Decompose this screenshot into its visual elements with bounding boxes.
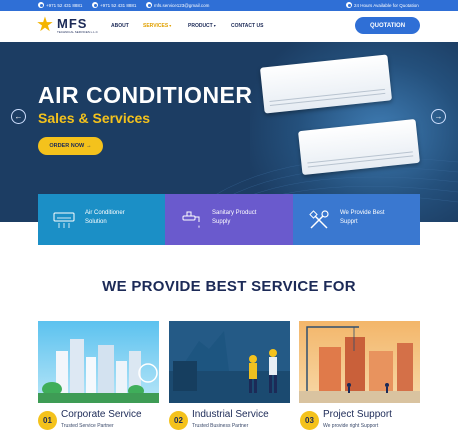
quotation-button[interactable]: QUOTATION (355, 17, 420, 34)
availability-text: 24 Hours Available for Quotation (354, 2, 419, 8)
chevron-down-icon: ▾ (213, 23, 216, 28)
service-card-line1: Air Conditioner (85, 210, 125, 216)
phone-contact-2[interactable]: +971 52 431 8881 (92, 2, 136, 8)
email-icon (146, 2, 152, 8)
service-card-text: Air Conditioner Solution (85, 209, 125, 227)
feature-subtitle: We provide right Support (323, 423, 379, 429)
arrow-left-icon: ← (14, 112, 23, 121)
top-contact-bar: +971 52 431 8881 +971 52 431 8881 mfs.se… (0, 0, 458, 11)
whatsapp-icon (92, 2, 98, 8)
construction-site-image (299, 326, 420, 403)
slider-next-button[interactable]: → (431, 109, 446, 124)
service-card-line1: Sanitary Product (212, 210, 257, 216)
order-now-button[interactable]: ORDER NOW → (38, 137, 103, 155)
nav-about-label: ABOUT (111, 23, 129, 29)
nav-product-label: PRODUCT (188, 23, 213, 29)
feature-title-project[interactable]: Project Support (323, 409, 392, 420)
hero-title: AIR CONDITIONER (38, 82, 253, 108)
site-logo[interactable]: ★ MFS TECHNICAL SERVICES L.L.C (36, 15, 98, 37)
feature-number-badge: 02 (169, 411, 188, 430)
nav-services-label: SERVICES (143, 23, 169, 29)
logo-subtext: TECHNICAL SERVICES L.L.C (57, 30, 98, 34)
service-card-line2: Supprt (340, 219, 358, 225)
chevron-down-icon: ▾ (169, 23, 172, 28)
availability-info: 24 Hours Available for Quotation (346, 2, 419, 8)
service-card-air-conditioner[interactable]: Air Conditioner Solution (38, 194, 165, 245)
order-now-label: ORDER NOW (49, 143, 85, 149)
feature-number-badge: 01 (38, 411, 57, 430)
industrial-workers-image (169, 321, 290, 403)
phone-icon (38, 2, 44, 8)
service-card-text: We Provide Best Supprt (340, 209, 385, 227)
air-conditioner-icon (53, 212, 75, 228)
star-logo-icon: ★ (36, 14, 54, 36)
email-contact[interactable]: mfs.service123@gmail.com (146, 2, 209, 8)
slider-prev-button[interactable]: ← (11, 109, 26, 124)
logo-text: MFS (57, 16, 88, 31)
feature-subtitle: Trusted Business Partner (192, 423, 249, 429)
nav-contact-label: CONTACT US (231, 23, 264, 29)
nav-about[interactable]: ABOUT (111, 23, 129, 29)
site-header: ★ MFS TECHNICAL SERVICES L.L.C ABOUT SER… (0, 11, 458, 42)
feature-title-industrial[interactable]: Industrial Service (192, 409, 269, 420)
industrial-illustration (169, 321, 290, 403)
section-heading: WE PROVIDE BEST SERVICE FOR (102, 278, 356, 295)
service-card-line1: We Provide Best (340, 210, 385, 216)
hero-subtitle: Sales & Services (38, 110, 151, 126)
feature-subtitle: Trusted Service Partner (61, 423, 114, 429)
nav-contact[interactable]: CONTACT US (231, 23, 263, 29)
phone-contact-1[interactable]: +971 52 431 8881 (38, 2, 82, 8)
service-card-support[interactable]: We Provide Best Supprt (293, 194, 420, 245)
email-address: mfs.service123@gmail.com (154, 2, 210, 8)
phone-number-2: +971 52 431 8881 (100, 2, 137, 8)
corporate-city-illustration (38, 321, 159, 403)
project-construction-illustration (299, 321, 420, 403)
service-card-line2: Supply (212, 219, 231, 225)
service-card-text: Sanitary Product Supply (212, 209, 256, 227)
city-skyline-image (38, 339, 159, 403)
arrow-right-icon: → (86, 143, 92, 149)
feature-title-corporate[interactable]: Corporate Service (61, 409, 142, 420)
faucet-icon (182, 211, 200, 228)
service-card-sanitary[interactable]: Sanitary Product Supply (165, 194, 293, 245)
phone-number-1: +971 52 431 8881 (46, 2, 83, 8)
feature-number-badge: 03 (300, 411, 319, 430)
service-card-line2: Solution (85, 219, 107, 225)
clock-icon (346, 2, 352, 8)
nav-services[interactable]: SERVICES▾ (143, 23, 171, 29)
nav-product[interactable]: PRODUCT▾ (188, 23, 216, 29)
tools-icon (309, 210, 329, 229)
arrow-right-icon: → (434, 112, 443, 121)
